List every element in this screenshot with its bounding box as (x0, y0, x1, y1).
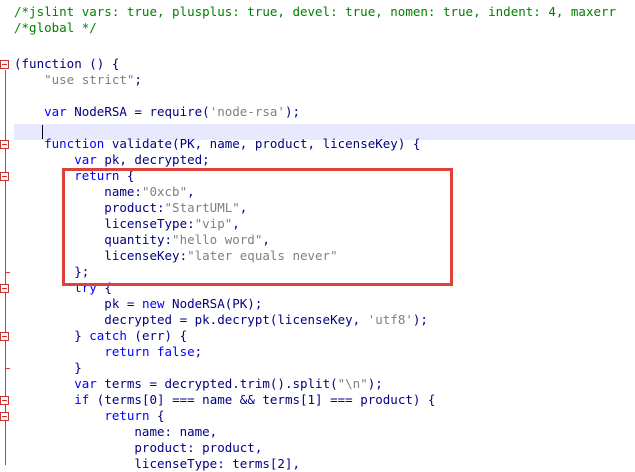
code-token: licenseType: terms[2], (14, 456, 300, 471)
code-token: name: name, (14, 424, 218, 439)
code-token: new (141, 296, 165, 311)
code-token: ); (284, 104, 301, 119)
code-token: "\n" (337, 376, 368, 391)
code-token: 'node-rsa' (209, 104, 285, 119)
code-line[interactable]: product: product, (14, 440, 635, 456)
code-line[interactable]: pk = new NodeRSA(PK); (14, 296, 635, 312)
code-token: var (44, 104, 67, 119)
code-token: /*global */ (14, 20, 97, 35)
code-line[interactable]: } (14, 360, 635, 376)
code-token: product: product, (14, 440, 263, 455)
fold-toggle-icon[interactable] (0, 140, 9, 149)
code-token: ; (134, 72, 142, 87)
code-line[interactable]: "use strict"; (14, 72, 635, 88)
code-line[interactable]: return { (14, 408, 635, 424)
fold-gutter (0, 0, 12, 465)
code-line[interactable]: (function () { (14, 56, 635, 72)
code-token: false (157, 344, 195, 359)
code-token: if (74, 392, 90, 407)
code-token: pk = (14, 296, 142, 311)
code-token: NodeRSA(PK); (164, 296, 263, 311)
fold-toggle-icon[interactable] (0, 332, 9, 341)
code-token: catch (89, 328, 127, 343)
code-token: return (104, 344, 150, 359)
code-token: } (14, 328, 90, 343)
code-token: 'utf8' (367, 312, 413, 327)
code-line[interactable]: /*jslint vars: true, plusplus: true, dev… (14, 4, 635, 20)
code-line[interactable]: if (terms[0] === name && terms[1] === pr… (14, 392, 635, 408)
fold-end-marker (5, 272, 10, 273)
code-token: ); (412, 312, 428, 327)
fold-toggle-icon[interactable] (0, 396, 9, 405)
code-token: ; (194, 344, 203, 359)
fold-toggle-icon[interactable] (0, 412, 9, 421)
code-token: { (149, 408, 165, 423)
code-line[interactable]: return false; (14, 344, 635, 360)
code-token: pk, decrypted; (96, 152, 210, 167)
code-line[interactable]: var NodeRSA = require('node-rsa'); (14, 104, 635, 120)
highlight-annotation-box (62, 168, 453, 286)
code-token: terms = decrypted.trim().split( (96, 376, 338, 391)
code-line[interactable]: name: name, (14, 424, 635, 440)
code-token: return (104, 408, 150, 423)
code-line[interactable]: /*global */ (14, 20, 635, 36)
code-line[interactable]: } catch (err) { (14, 328, 635, 344)
code-token: ); (367, 376, 383, 391)
fold-toggle-icon[interactable] (0, 284, 9, 293)
code-line[interactable]: var terms = decrypted.trim().split("\n")… (14, 376, 635, 392)
fold-end-marker (5, 368, 10, 369)
code-token: (err) { (126, 328, 188, 343)
fold-guide (5, 70, 6, 465)
fold-toggle-icon[interactable] (0, 172, 9, 181)
code-token: decrypted = pk.decrypt(licenseKey, (14, 312, 368, 327)
code-token: var (74, 376, 97, 391)
fold-toggle-icon[interactable] (0, 60, 9, 69)
code-token: } (14, 360, 82, 375)
code-token: (terms[0] === name && terms[1] === produ… (89, 392, 436, 407)
code-token: var (74, 152, 97, 167)
code-token: /*jslint vars: true, plusplus: true, dev… (14, 4, 617, 19)
code-line[interactable]: licenseType: terms[2], (14, 456, 635, 472)
code-token: NodeRSA = require( (66, 104, 210, 119)
code-token: (function () { (14, 56, 120, 71)
code-token: function (44, 136, 105, 151)
code-line[interactable]: decrypted = pk.decrypt(licenseKey, 'utf8… (14, 312, 635, 328)
code-token: "use strict" (44, 72, 135, 87)
code-line[interactable]: function validate(PK, name, product, lic… (14, 136, 635, 152)
code-line[interactable]: var pk, decrypted; (14, 152, 635, 168)
code-token: validate(PK, name, product, licenseKey) … (104, 136, 421, 151)
code-line[interactable] (14, 40, 635, 56)
